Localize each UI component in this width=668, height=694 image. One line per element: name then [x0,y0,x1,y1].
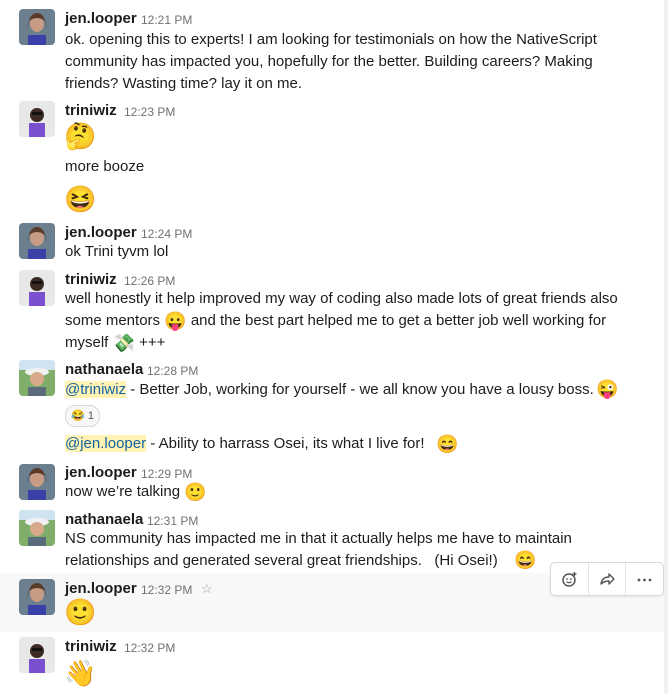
message-line-2: @jen.looper - Ability to harrass Osei, i… [65,433,425,455]
reaction-count: 1 [87,410,94,422]
avatar-nathanaela-image [19,510,55,546]
grin-emoji: 😄 [514,550,537,570]
text-fragment: - Better Job, working for yourself - we … [126,381,594,398]
username[interactable]: jen.looper [65,224,137,241]
message-line-3: myself 💸 +++ [65,332,165,354]
username[interactable]: triniwiz [65,102,117,119]
message-line-1: @triniwiz - Better Job, working for your… [65,379,594,401]
more-actions-button[interactable] [626,563,663,595]
username[interactable]: triniwiz [65,638,117,655]
username[interactable]: nathanaela [65,361,143,378]
username[interactable]: jen.looper [65,464,137,481]
username[interactable]: jen.looper [65,10,137,27]
timestamp[interactable]: 12:29 PM [141,467,192,481]
slight-smile-emoji: 🙂 [184,482,207,503]
message-text: ok. opening this to experts! I am lookin… [65,31,602,92]
avatar-triniwiz-image [19,101,55,137]
timestamp[interactable]: 12:21 PM [141,13,192,27]
avatar-jen[interactable] [19,223,55,259]
avatar-nathanaela[interactable] [19,510,55,546]
avatar-jen-image [19,223,55,259]
timestamp[interactable]: 12:23 PM [124,105,175,119]
message-line-1: NS community has impacted me in that it … [65,530,572,547]
message-3: jen.looper 12:24 PM ok Trini tyvm lol [0,220,668,268]
message-5: nathanaela 12:28 PM @triniwiz - Better J… [0,357,668,461]
scrollbar[interactable] [664,0,668,694]
username[interactable]: jen.looper [65,580,137,597]
slight-smile-emoji: 🙂 [64,597,97,627]
laughing-emoji: 😆 [64,184,97,214]
avatar-triniwiz[interactable] [19,270,55,306]
message-text: more booze [65,158,145,175]
timestamp[interactable]: 12:32 PM [124,641,175,655]
avatar-jen[interactable] [19,464,55,500]
more-icon [637,578,652,581]
message-line-1: well honestly it help improved my way of… [65,290,618,307]
wave-emoji: 👋 [64,658,97,688]
text-fragment: some mentors [65,312,161,329]
tongue-emoji: 😛 [164,311,187,332]
message-1: jen.looper 12:21 PM ok. opening this to … [0,0,668,98]
avatar-jen[interactable] [19,9,55,45]
timestamp[interactable]: 12:32 PM [141,583,192,597]
thinking-emoji: 🤔 [64,121,97,151]
message-text: ok Trini tyvm lol [65,243,169,260]
reaction-pill[interactable]: 😂 1 [65,405,100,427]
mention-triniwiz[interactable]: @triniwiz [65,381,127,398]
avatar-triniwiz[interactable] [19,637,55,673]
avatar-nathanaela-image [19,360,55,396]
text-fragment: +++ [139,334,166,351]
username[interactable]: triniwiz [65,271,117,288]
timestamp[interactable]: 12:31 PM [147,514,198,528]
timestamp[interactable]: 12:28 PM [147,364,198,378]
message-line-2: some mentors 😛 and the best part helped … [65,310,606,332]
troll-emoji: 😜 [596,379,619,399]
message-line-2: relationships and generated several grea… [65,552,498,569]
message-2: triniwiz 12:23 PM 🤔 more booze 😆 [0,98,668,220]
share-icon [599,572,615,585]
avatar-triniwiz-image [19,270,55,306]
grin-emoji: 😄 [436,434,459,454]
mention-jen[interactable]: @jen.looper [65,435,147,452]
star-icon[interactable]: ☆ [201,581,213,597]
timestamp[interactable]: 12:26 PM [124,274,175,288]
text-fragment: myself [65,334,109,351]
avatar-triniwiz[interactable] [19,101,55,137]
message-4: triniwiz 12:26 PM well honestly it help … [0,267,668,357]
message-text: now we’re talking 🙂 [65,481,207,503]
avatar-triniwiz-image [19,637,55,673]
avatar-jen-image [19,9,55,45]
text-fragment: and the best part helped me to get a bet… [190,312,607,329]
text-fragment: - Ability to harrass Osei, its what I li… [146,435,425,452]
text-fragment: now we’re talking [65,483,181,500]
avatar-jen[interactable] [19,579,55,615]
joy-emoji: 😂 [71,410,85,422]
timestamp[interactable]: 12:24 PM [141,227,192,241]
avatar-jen-image [19,464,55,500]
avatar-jen-image [19,579,55,615]
money-emoji: 💸 [112,333,135,354]
username[interactable]: nathanaela [65,511,143,528]
avatar-nathanaela[interactable] [19,360,55,396]
message-6: jen.looper 12:29 PM now we’re talking 🙂 [0,461,668,507]
add-reaction-icon [562,571,577,587]
add-reaction-button[interactable] [551,563,589,595]
share-message-button[interactable] [589,563,627,595]
message-actions-toolbar [550,562,664,596]
message-9: triniwiz 12:32 PM 👋 [0,632,668,694]
